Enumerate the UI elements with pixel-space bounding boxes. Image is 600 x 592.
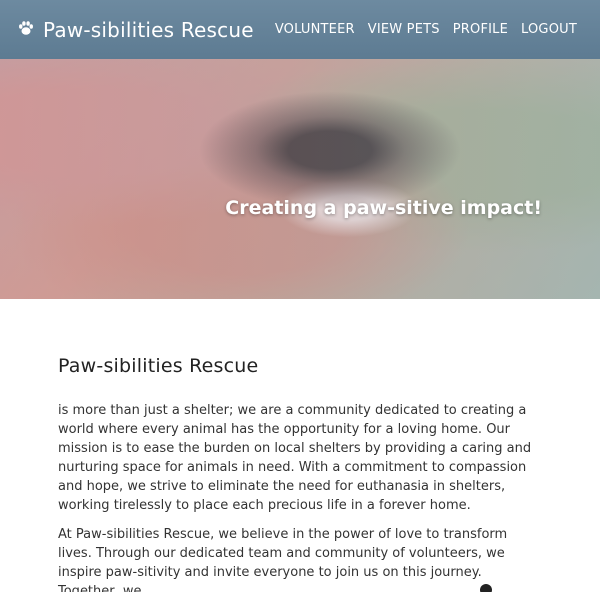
hero-image-overlay (0, 59, 600, 299)
floating-widget-icon[interactable] (480, 584, 492, 592)
about-paragraph-1: is more than just a shelter; we are a co… (58, 403, 532, 513)
about-title: Paw-sibilities Rescue (58, 355, 259, 377)
nav-profile-link[interactable]: PROFILE (453, 22, 508, 37)
paw-icon (17, 19, 35, 41)
brand[interactable]: Paw-sibilities Rescue (17, 18, 254, 42)
about-paragraph-2: At Paw-sibilities Rescue, we believe in … (58, 527, 508, 592)
nav-volunteer-link[interactable]: VOLUNTEER (275, 22, 355, 37)
nav-links: VOLUNTEER VIEW PETS PROFILE LOGOUT (275, 22, 577, 37)
top-navbar: Paw-sibilities Rescue VOLUNTEER VIEW PET… (0, 0, 600, 59)
nav-view-pets-link[interactable]: VIEW PETS (368, 22, 440, 37)
about-section: Paw-sibilities Rescue is more than just … (58, 355, 543, 592)
nav-logout-link[interactable]: LOGOUT (521, 22, 577, 37)
hero-title: Creating a paw-sitive impact! (225, 197, 542, 219)
hero-banner: Creating a paw-sitive impact! (0, 59, 600, 299)
brand-name[interactable]: Paw-sibilities Rescue (43, 18, 254, 42)
